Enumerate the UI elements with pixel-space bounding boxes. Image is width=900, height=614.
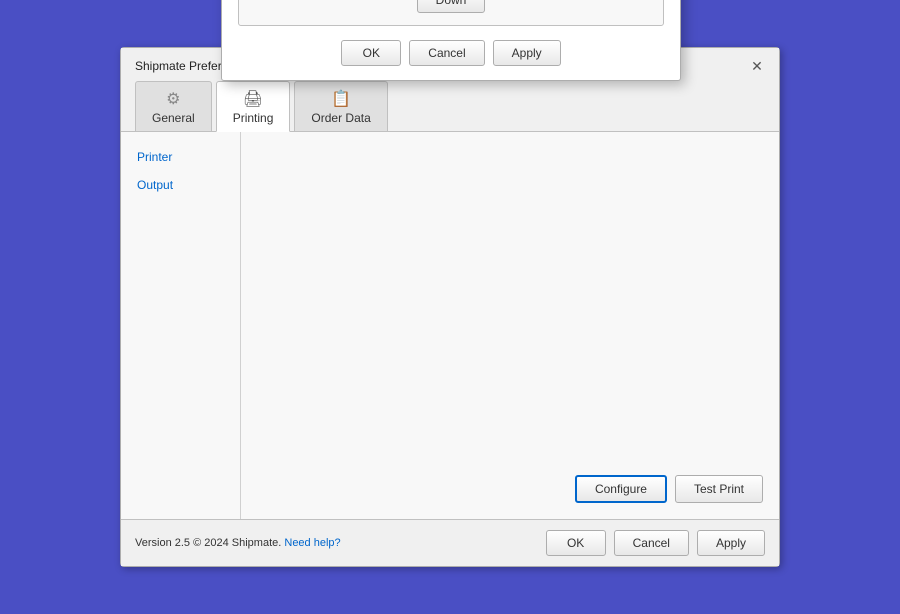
test-print-button[interactable]: Test Print bbox=[675, 475, 763, 503]
apply-button[interactable]: Apply bbox=[697, 530, 765, 556]
help-link[interactable]: Need help? bbox=[284, 537, 340, 549]
dialog-section: Thermal Printer Configuration Up Left bbox=[238, 0, 664, 26]
version-info: Version 2.5 © 2024 Shipmate. Need help? bbox=[135, 537, 341, 549]
orderdata-icon bbox=[331, 88, 351, 109]
bottom-bar: Version 2.5 © 2024 Shipmate. Need help? … bbox=[121, 519, 779, 566]
tab-general[interactable]: General bbox=[135, 81, 212, 132]
printing-icon bbox=[243, 88, 263, 109]
dpad-down-row: Down bbox=[417, 0, 486, 13]
dialog-buttons: OK Cancel Apply bbox=[238, 40, 664, 66]
close-button[interactable]: ✕ bbox=[749, 58, 765, 74]
tab-general-label: General bbox=[152, 111, 195, 125]
dpad-container: Up Left Top: -10 Right: 10 Right bbox=[255, 0, 647, 13]
cancel-button[interactable]: Cancel bbox=[614, 530, 689, 556]
tab-orderdata-label: Order Data bbox=[311, 111, 370, 125]
tab-printing-label: Printing bbox=[233, 111, 274, 125]
main-panel: Configure Test Print Thermal Printer Con… bbox=[241, 132, 779, 519]
dialog-ok-button[interactable]: OK bbox=[341, 40, 401, 66]
dialog-cancel-button[interactable]: Cancel bbox=[409, 40, 484, 66]
sidebar: Printer Output bbox=[121, 132, 241, 519]
thermal-config-dialog: Thermal Printer Configuration Thermal Pr… bbox=[221, 0, 681, 81]
tab-bar: General Printing Order Data bbox=[121, 80, 779, 132]
down-button[interactable]: Down bbox=[417, 0, 486, 13]
sidebar-item-output[interactable]: Output bbox=[121, 172, 240, 198]
bottom-buttons: OK Cancel Apply bbox=[546, 530, 765, 556]
sidebar-item-printer[interactable]: Printer bbox=[121, 144, 240, 170]
config-row: Configure Test Print bbox=[257, 475, 763, 503]
tab-printing[interactable]: Printing bbox=[216, 81, 291, 132]
general-icon bbox=[166, 88, 180, 109]
ok-button[interactable]: OK bbox=[546, 530, 606, 556]
version-text: Version 2.5 © 2024 Shipmate. bbox=[135, 537, 281, 549]
dialog-apply-button[interactable]: Apply bbox=[493, 40, 561, 66]
content-area: Printer Output Configure Test Print bbox=[121, 132, 779, 519]
configure-button[interactable]: Configure bbox=[575, 475, 667, 503]
main-window: Shipmate Preferences ✕ General Printing … bbox=[120, 47, 780, 567]
dialog-content: Thermal Printer Configuration Up Left bbox=[222, 0, 680, 80]
spacer bbox=[257, 148, 763, 455]
tab-orderdata[interactable]: Order Data bbox=[294, 81, 387, 132]
